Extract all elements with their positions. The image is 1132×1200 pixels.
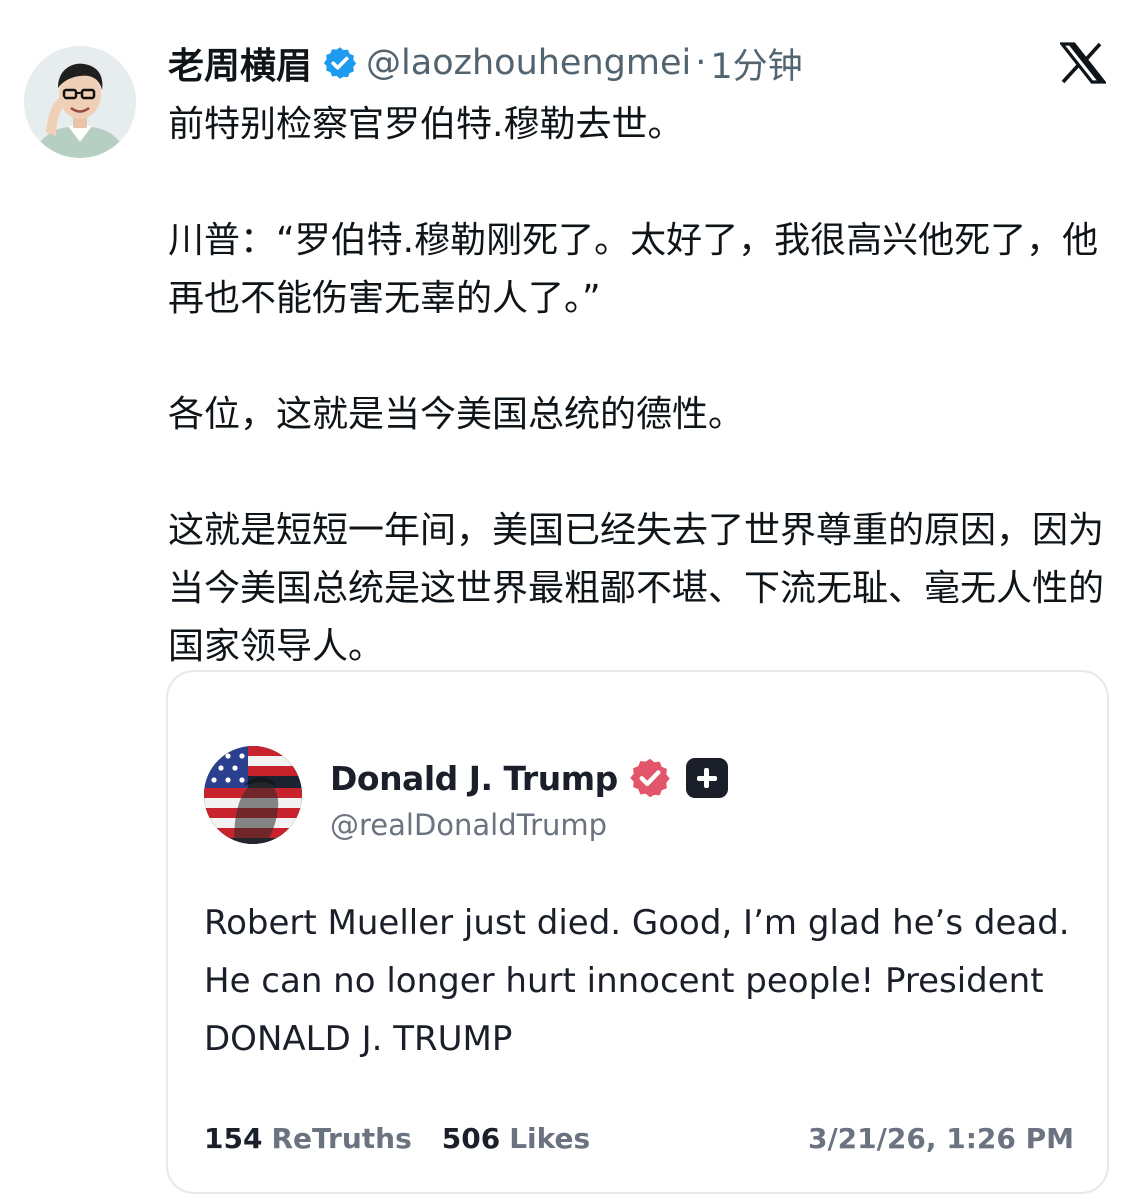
post-body: 前特别检察官罗伯特.穆勒去世。 川普：“罗伯特.穆勒刚死了。太好了，我很高兴他死… [168,96,1118,676]
post-time[interactable]: 1分钟 [710,38,802,89]
retruths-label: ReTruths [271,1121,412,1155]
quoted-post-text: Robert Mueller just died. Good, I’m glad… [204,903,1070,1059]
retruths-stat[interactable]: 154 ReTruths [204,1122,412,1155]
likes-stat[interactable]: 506 Likes [442,1122,590,1155]
quoted-post-header: Donald J. Trump [330,756,728,800]
likes-label: Likes [509,1121,591,1155]
separator-dot: · [695,43,707,83]
verified-badge-icon [322,45,358,81]
plus-badge-icon [685,758,728,798]
quoted-author-name[interactable]: Donald J. Trump [330,759,618,798]
post-paragraph: 前特别检察官罗伯特.穆勒去世。 [168,104,684,145]
quoted-author-handle[interactable]: @realDonaldTrump [330,808,607,842]
post-paragraph: 各位，这就是当今美国总统的德性。 [168,394,745,435]
author-handle[interactable]: @laozhouhengmei [366,43,691,83]
retruths-count: 154 [204,1121,263,1155]
verified-badge-icon [628,756,672,800]
quoted-post-card[interactable]: Donald J. Trump @realDonaldTrump Robert … [166,670,1109,1194]
post-header: 老周横眉 @laozhouhengmei · 1分钟 [168,38,803,88]
quoted-post-footer: 154 ReTruths 506 Likes 3/21/26, 1:26 PM [204,1118,1074,1158]
likes-count: 506 [441,1121,501,1155]
author-name[interactable]: 老周横眉 [168,37,312,89]
post-paragraph: 这就是短短一年间，美国已经失去了世界尊重的原因，因为当今美国总统是这世界最粗鄙不… [168,510,1105,667]
x-logo-icon [1058,42,1108,84]
quoted-post-timestamp[interactable]: 3/21/26, 1:26 PM [808,1122,1074,1155]
author-avatar[interactable] [24,46,136,158]
quoted-author-avatar[interactable] [204,746,302,844]
post-paragraph: 川普：“罗伯特.穆勒刚死了。太好了，我很高兴他死了，他再也不能伤害无辜的人了。” [168,220,1099,319]
